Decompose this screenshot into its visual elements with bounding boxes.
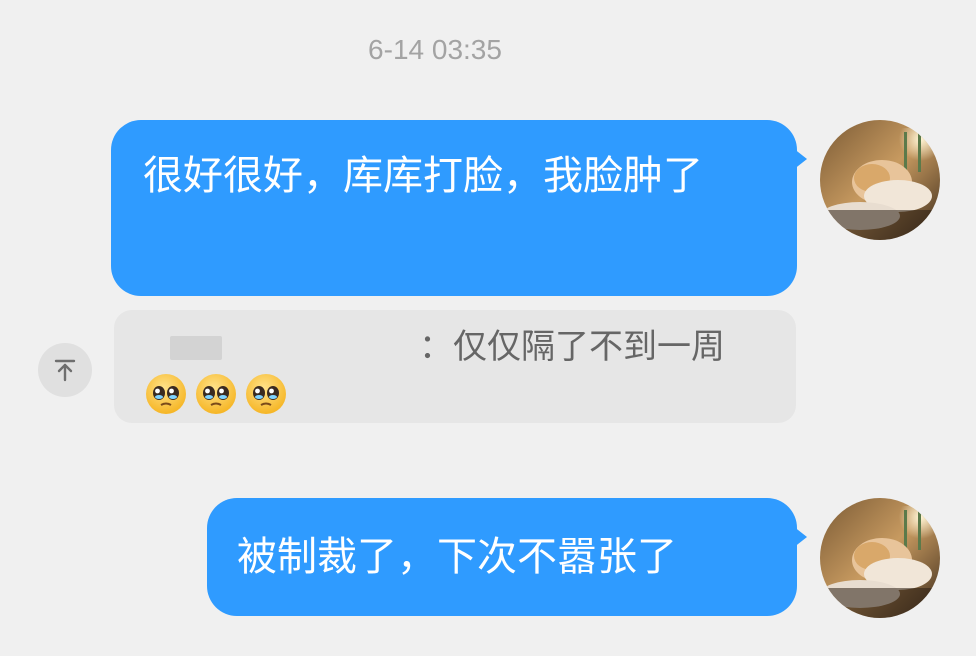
pleading-face-emoji	[246, 374, 286, 414]
pleading-face-emoji	[196, 374, 236, 414]
message-timestamp: 6-14 03:35	[368, 34, 502, 65]
jump-to-quoted-button[interactable]	[38, 343, 92, 397]
quoted-message-card[interactable]: ：仅仅隔了不到一周	[114, 310, 796, 423]
avatar-image	[820, 498, 940, 618]
user-avatar[interactable]	[820, 120, 940, 240]
avatar-image	[820, 120, 940, 240]
pleading-face-emoji	[146, 374, 186, 414]
bubble-tail	[793, 148, 807, 170]
outgoing-message-bubble[interactable]: 很好很好，库库打脸，我脸肿了	[111, 120, 807, 296]
redacted-sender-name	[170, 336, 222, 360]
quoted-text: 仅仅隔了不到一周	[453, 327, 725, 367]
outgoing-message-bubble[interactable]: 被制裁了，下次不嚣张了	[207, 498, 807, 616]
jump-to-top-icon	[54, 359, 76, 382]
quote-separator: ：	[419, 327, 453, 367]
message-text: 被制裁了，下次不嚣张了	[237, 534, 677, 580]
bubble-tail	[793, 526, 807, 548]
emoji-row	[144, 372, 288, 416]
user-avatar[interactable]	[820, 498, 940, 618]
message-text: 很好很好，库库打脸，我脸肿了	[143, 153, 703, 199]
